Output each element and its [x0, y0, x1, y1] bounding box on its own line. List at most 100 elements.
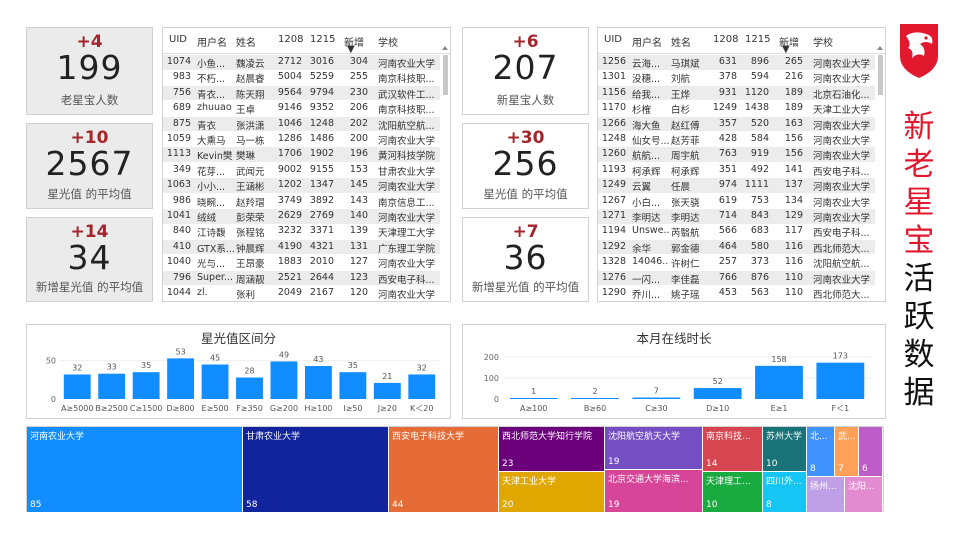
table-row[interactable]: 1303朱瑞宇朱瑞宇681791110北京石油化... [598, 301, 875, 302]
bar[interactable] [98, 373, 126, 399]
sort-desc-icon[interactable]: ▼ [782, 44, 790, 55]
column-header[interactable]: 用户名 [197, 34, 227, 49]
treemap-tile[interactable]: 苏州大学 10 [763, 427, 806, 471]
table-row[interactable]: 1063 小小... 王涵彬 1202 1347 145 河南农业大学 [163, 178, 440, 193]
table-row[interactable]: 330十一...余伟军66166731115甘肃农业大学 [163, 301, 440, 302]
treemap-tile[interactable]: 河南农业大学 85 [27, 427, 242, 512]
column-header[interactable]: 学校 [378, 34, 398, 49]
table-row[interactable]: 1292 余华 郭金德 464 580 116 西北师范大... [598, 239, 875, 255]
bar[interactable] [63, 374, 91, 399]
bar[interactable] [373, 382, 401, 399]
right-user-table[interactable]: UID 用户名 姓名 1208 1215 新增 学校 ▼ 1256 云海... 马琪斌 631 896 2… [597, 27, 886, 302]
treemap-tile[interactable]: 甘肃农业大学 58 [243, 427, 388, 512]
bar[interactable] [236, 377, 263, 399]
bar[interactable] [571, 398, 619, 399]
table-cell: 张洪潇 [236, 120, 265, 132]
bar[interactable] [167, 358, 195, 399]
table-row[interactable]: 840 江诗馥 张程铭 3232 3371 139 天津理工大学 [163, 224, 440, 239]
table-row[interactable]: 1113 Kevin樊 樊琳 1706 1902 196 黄河科技学院 [163, 147, 440, 162]
table-row[interactable]: 796 Super... 周涵靓 2521 2644 123 西安电子科... [163, 270, 440, 286]
table-row[interactable]: 1156 给我... 王烨 931 1120 189 北京石油化... [598, 85, 875, 101]
scroll-up-icon[interactable] [442, 46, 448, 50]
table-cell: 896 [750, 56, 769, 67]
table-cell: 200 [349, 133, 368, 144]
treemap-tile[interactable]: 6 [859, 427, 882, 476]
table-row[interactable]: 875 青衣 张洪潇 1046 1248 202 沈阳航空航... [163, 116, 440, 132]
bar[interactable] [816, 362, 865, 399]
column-header[interactable]: 1215 [745, 34, 770, 45]
x-tick-label: K＜20 [410, 404, 433, 413]
treemap-tile[interactable]: 扬州... [807, 477, 844, 512]
table-cell: 海大鱼 [632, 120, 661, 132]
table-row[interactable]: 1328 14046... 许树仁 257 373 116 沈阳航空航... [598, 255, 875, 270]
treemap-tile[interactable]: 天津工业大学 20 [499, 472, 604, 512]
treemap-tile[interactable]: 四川外... 8 [763, 472, 806, 512]
table-cell: 河南农业大学 [378, 182, 436, 194]
treemap-tile[interactable]: 西北师范大学知行学院 23 [499, 427, 604, 471]
bar[interactable] [632, 397, 681, 399]
table-row[interactable]: 1267 小白... 张天骁 619 753 134 河南农业大学 [598, 194, 875, 209]
table-row[interactable]: 1044 zl. 张利 2049 2167 120 河南农业大学 [163, 286, 440, 301]
bar[interactable] [755, 365, 803, 399]
data-label: 35 [141, 361, 151, 370]
table-row[interactable]: 983 不朽... 赵晨睿 5004 5259 255 南京科技职... [163, 70, 440, 85]
table-row[interactable]: 1271 李明达 李明达 714 843 129 河南农业大学 [598, 209, 875, 224]
table-row[interactable]: 1256 云海... 马琪斌 631 896 265 河南农业大学 [598, 55, 875, 70]
table-row[interactable]: 410 GTX系... 钟晨辉 4190 4321 131 广东理工学院 [163, 239, 440, 255]
column-header[interactable]: 用户名 [632, 34, 662, 49]
table-cell: 张程铭 [236, 228, 265, 240]
bar[interactable] [408, 374, 436, 399]
table-row[interactable]: 1170 杉榷 白杉 1249 1438 189 天津工业大学 [598, 101, 875, 116]
treemap-tile[interactable]: 天津理工... 10 [703, 472, 762, 512]
bar[interactable] [132, 372, 160, 399]
school-treemap[interactable]: 河南农业大学 85 甘肃农业大学 58 西安电子科技大学 44 西北师范大学知行学院 23 天津… [26, 426, 884, 512]
table-row[interactable]: 1290 乔川... 姚子瑶 453 563 110 西北师范大... [598, 286, 875, 301]
bar[interactable] [201, 364, 229, 400]
table-row[interactable]: 1074 小鱼... 魏凌云 2712 3016 304 河南农业大学 [163, 55, 440, 70]
column-header[interactable]: UID [169, 34, 187, 45]
table-scrollbar[interactable] [443, 55, 448, 95]
table-row[interactable]: 1193 柯承辉 柯承辉 351 492 141 西安电子科... [598, 163, 875, 178]
treemap-tile[interactable]: 北京交通大学海滨... 19 [605, 470, 702, 512]
table-row[interactable]: 986 晓畹... 赵羚瑁 3749 3892 143 南京信息工... [163, 194, 440, 209]
table-row[interactable]: 1266 海大鱼 赵红傅 357 520 163 河南农业大学 [598, 116, 875, 132]
table-row[interactable]: 1194 Unswe... 芮翳航 566 683 117 西安电子科... [598, 224, 875, 239]
column-header[interactable]: 姓名 [236, 34, 256, 49]
treemap-tile[interactable]: 武... 7 [835, 427, 858, 476]
scroll-up-icon[interactable] [877, 46, 883, 50]
table-cell: 410 [172, 240, 191, 252]
treemap-tile[interactable]: 沈阳... [845, 477, 882, 512]
table-row[interactable]: 1059 大熏马 马一栋 1286 1486 200 河南农业大学 [163, 132, 440, 147]
treemap-tile[interactable]: 南京科技... 14 [703, 427, 762, 471]
bar[interactable] [304, 366, 332, 399]
bar[interactable] [693, 388, 742, 399]
table-row[interactable]: 1248 仙女号... 赵芳菲 428 584 156 河南农业大学 [598, 132, 875, 147]
sort-desc-icon[interactable]: ▼ [347, 44, 355, 55]
table-row[interactable]: 1301 没穗... 刘航 378 594 216 河南农业大学 [598, 70, 875, 85]
table-row[interactable]: 756 青衣... 陈天翔 9564 9794 230 武汉软件工... [163, 85, 440, 101]
column-header[interactable]: 1208 [278, 34, 303, 45]
left-user-table[interactable]: UID 用户名 姓名 1208 1215 新增 学校 ▼ 1074 小鱼... 魏凌云 2712 301… [162, 27, 451, 302]
table-row[interactable]: 689 zhuuao 王卓 9146 9352 206 南京科技职... [163, 101, 440, 116]
column-header[interactable]: 姓名 [671, 34, 691, 49]
table-scrollbar[interactable] [878, 55, 883, 95]
column-header[interactable]: 学校 [813, 34, 833, 49]
treemap-tile[interactable]: 沈阳航空航天大学 19 [605, 427, 702, 469]
table-row[interactable]: 1249 云翼 任晨 974 1111 137 河南农业大学 [598, 178, 875, 193]
table-row[interactable]: 1040 光与... 王昂豪 1883 2010 127 河南农业大学 [163, 255, 440, 270]
table-row[interactable]: 1276 一闪... 李佳磊 766 876 110 河南农业大学 [598, 270, 875, 286]
table-cell: 137 [784, 179, 803, 191]
table-cell: 西北师范大... [813, 243, 870, 255]
column-header[interactable]: 1208 [713, 34, 738, 45]
bar[interactable] [339, 372, 367, 399]
table-cell: 145 [349, 179, 368, 191]
table-row[interactable]: 1260 航航... 周宇航 763 919 156 河南农业大学 [598, 147, 875, 162]
bar[interactable] [270, 361, 298, 399]
table-row[interactable]: 1041 绒绒 彭荣荣 2629 2769 140 河南农业大学 [163, 209, 440, 224]
bar[interactable] [509, 398, 558, 399]
table-row[interactable]: 349 花芽... 武闻元 9002 9155 153 甘肃农业大学 [163, 163, 440, 178]
column-header[interactable]: 1215 [310, 34, 335, 45]
treemap-tile[interactable]: 西安电子科技大学 44 [389, 427, 498, 512]
treemap-tile[interactable]: 北... 8 [807, 427, 834, 476]
column-header[interactable]: UID [604, 34, 622, 45]
